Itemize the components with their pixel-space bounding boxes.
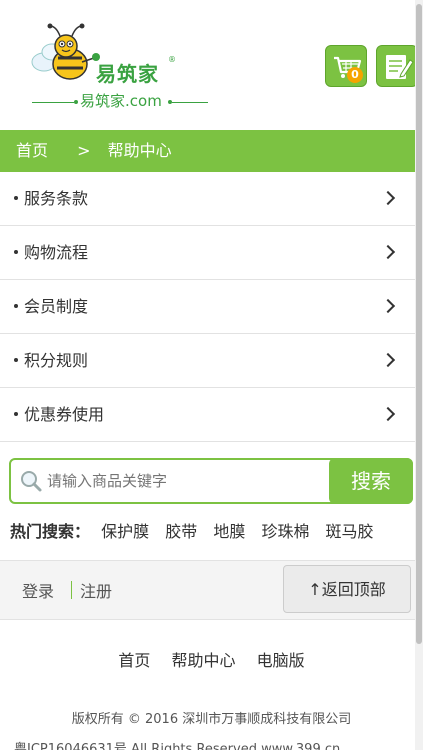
hot-keyword-link[interactable]: 斑马胶 [326, 522, 374, 541]
register-link[interactable]: 注册 [80, 578, 112, 602]
search-bar: 搜索 [9, 458, 413, 504]
footer-link-desktop[interactable]: 电脑版 [257, 651, 305, 670]
user-bar: 登录 注册 ↑返回顶部 [0, 560, 415, 620]
copyright-text: 版权所有 © 2016 深圳市万事顺成科技有限公司 [71, 712, 352, 727]
logo-name: 易筑家 [96, 62, 159, 86]
menu-item-label: 会员制度 [24, 297, 89, 316]
chevron-right-icon [380, 352, 396, 368]
hot-searches: 热门搜索： 保护膜 胶带 地膜 珍珠棉 斑马胶 [10, 518, 385, 542]
bullet-dot [14, 250, 18, 254]
menu-item-label: 积分规则 [24, 351, 89, 370]
login-link[interactable]: 登录 [22, 578, 54, 602]
logo-divider-left [32, 102, 74, 103]
chevron-right-icon [380, 190, 396, 206]
chevron-right-icon [380, 244, 396, 260]
login-register-divider [71, 581, 72, 599]
bullet-dot [14, 196, 18, 200]
search-icon [21, 471, 42, 492]
menu-item-label: 服务条款 [24, 189, 89, 208]
edit-note-icon [386, 55, 414, 79]
cart-button[interactable]: 0 [325, 45, 367, 87]
logo-dot-left [74, 100, 78, 104]
icp-text: 粤ICP16046631号 All Rights Reserved www.39… [14, 742, 341, 750]
breadcrumb: 首页 > 帮助中心 [0, 130, 415, 172]
cart-count-badge: 0 [347, 67, 363, 83]
footer-link-home[interactable]: 首页 [118, 651, 150, 670]
logo-divider-right [172, 102, 208, 103]
hot-searches-label: 热门搜索： [10, 522, 91, 541]
scrollbar-thumb[interactable] [416, 4, 422, 644]
menu-item-points-rules[interactable]: 积分规则 [0, 334, 415, 388]
bee-mascot-icon [31, 23, 100, 80]
order-note-button[interactable] [376, 45, 418, 87]
back-to-top-button[interactable]: ↑返回顶部 [283, 565, 411, 613]
footer-link-help[interactable]: 帮助中心 [171, 651, 235, 670]
site-logo[interactable]: 易筑家 ® 易筑家.com [30, 22, 210, 112]
bullet-dot [14, 304, 18, 308]
logo-domain: 易筑家.com [80, 92, 162, 110]
hot-keyword-link[interactable]: 胶带 [165, 522, 197, 541]
registered-mark: ® [168, 55, 176, 64]
bullet-dot [14, 412, 18, 416]
hot-keyword-link[interactable]: 地膜 [213, 522, 245, 541]
menu-item-label: 购物流程 [24, 243, 89, 262]
header: 易筑家 ® 易筑家.com 0 [0, 0, 418, 130]
shopping-cart-icon [334, 56, 362, 78]
footer-links: 首页 帮助中心 电脑版 [0, 647, 423, 671]
chevron-right-icon [380, 406, 396, 422]
help-menu: 服务条款 购物流程 会员制度 积分规则 优惠券使用 [0, 172, 415, 442]
menu-item-shopping-process[interactable]: 购物流程 [0, 226, 415, 280]
search-button[interactable]: 搜索 [329, 458, 413, 504]
page-scrollbar[interactable] [415, 0, 423, 750]
menu-item-membership[interactable]: 会员制度 [0, 280, 415, 334]
menu-item-coupon-usage[interactable]: 优惠券使用 [0, 388, 415, 442]
breadcrumb-separator: > [77, 141, 91, 160]
hot-keyword-link[interactable]: 珍珠棉 [261, 522, 309, 541]
hot-keyword-link[interactable]: 保护膜 [101, 522, 149, 541]
search-input[interactable] [47, 466, 327, 496]
menu-item-label: 优惠券使用 [24, 405, 105, 424]
breadcrumb-home-link[interactable]: 首页 [16, 130, 48, 172]
breadcrumb-current: 帮助中心 [107, 141, 172, 160]
bullet-dot [14, 358, 18, 362]
chevron-right-icon [380, 298, 396, 314]
menu-item-terms[interactable]: 服务条款 [0, 172, 415, 226]
